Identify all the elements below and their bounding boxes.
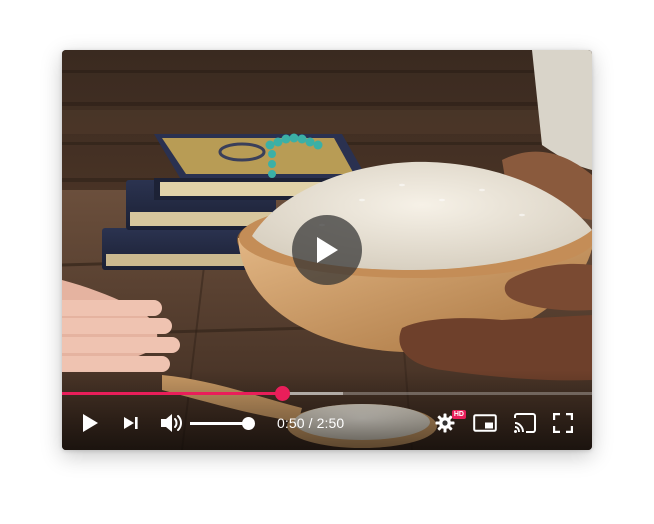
- fullscreen-button[interactable]: [546, 405, 580, 441]
- miniplayer-icon: [473, 414, 497, 432]
- seek-played: [62, 392, 282, 395]
- volume-slider[interactable]: [190, 417, 255, 430]
- play-icon: [83, 414, 98, 432]
- next-button[interactable]: [118, 405, 144, 441]
- hd-badge: HD: [451, 410, 466, 419]
- miniplayer-button[interactable]: [468, 405, 502, 441]
- big-play-button[interactable]: [292, 215, 362, 285]
- seek-bar[interactable]: [62, 386, 592, 401]
- time-separator: /: [304, 415, 317, 431]
- skip-next-icon: [124, 417, 138, 429]
- current-time: 0:50: [277, 415, 305, 431]
- page: 0:50 / 2:50 HD: [0, 0, 654, 524]
- fullscreen-icon: [553, 413, 573, 433]
- video-player[interactable]: 0:50 / 2:50 HD: [62, 50, 592, 450]
- settings-button[interactable]: HD: [430, 405, 466, 441]
- cast-icon: [514, 413, 536, 433]
- volume-high-icon: [161, 414, 182, 432]
- volume-knob[interactable]: [242, 417, 255, 430]
- mute-button[interactable]: [158, 405, 186, 441]
- time-display: 0:50 / 2:50: [277, 405, 344, 441]
- cast-button[interactable]: [508, 405, 542, 441]
- play-icon: [317, 237, 338, 263]
- volume-fill: [190, 422, 248, 425]
- duration: 2:50: [316, 415, 345, 431]
- control-bar: 0:50 / 2:50 HD: [62, 405, 592, 441]
- play-button[interactable]: [76, 405, 104, 441]
- seek-scrubber[interactable]: [274, 386, 290, 401]
